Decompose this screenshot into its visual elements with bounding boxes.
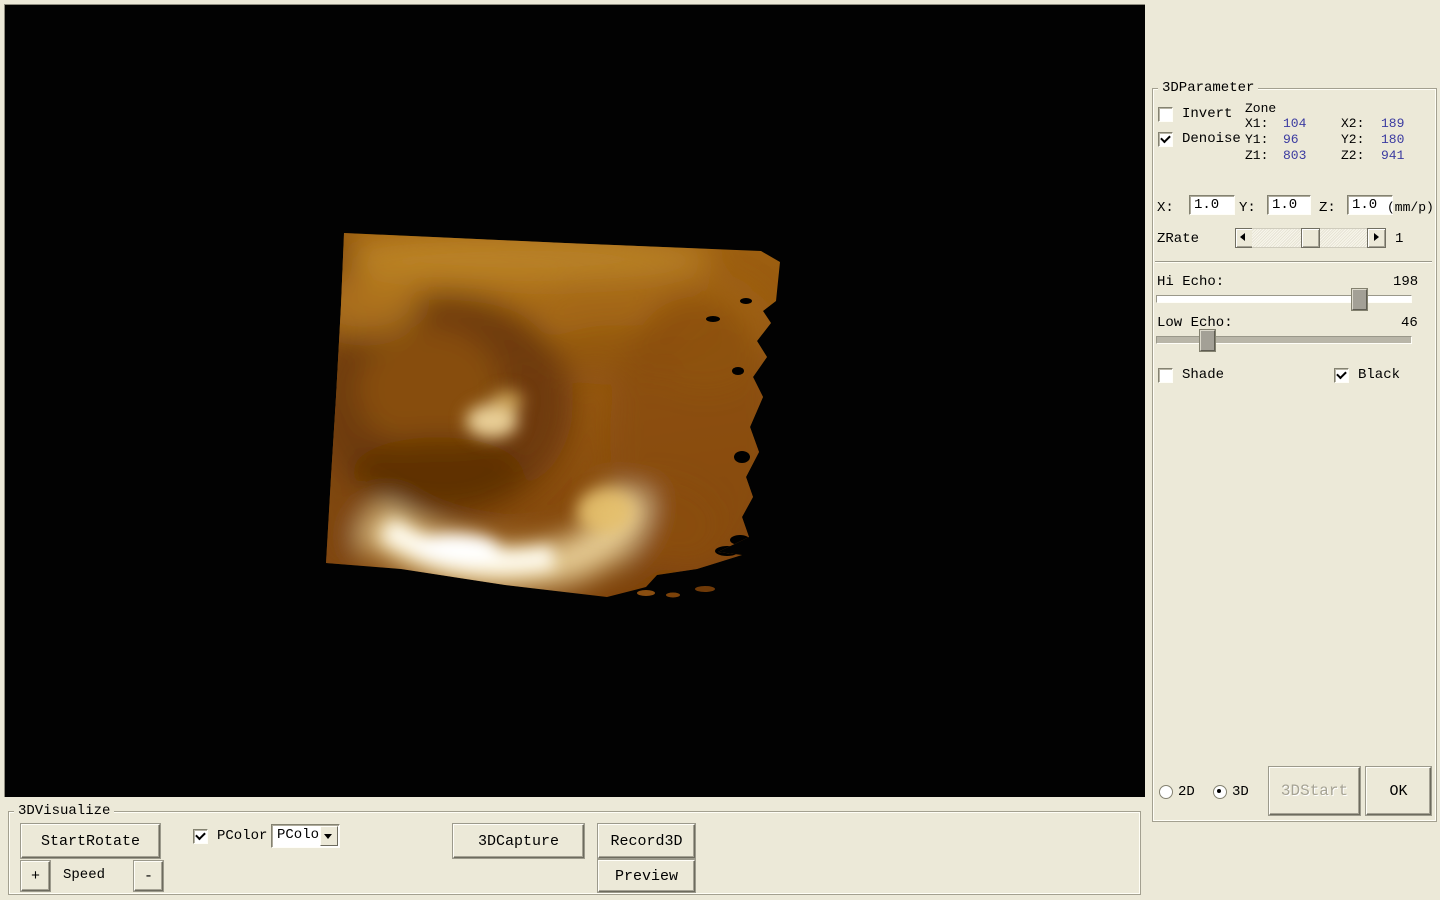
speed-plus-button[interactable]: + bbox=[21, 861, 50, 891]
mode-2d-label: 2D bbox=[1178, 784, 1195, 800]
zrate-scroll-thumb[interactable] bbox=[1301, 228, 1320, 248]
start3d-button[interactable]: 3DStart bbox=[1269, 767, 1360, 815]
zone-y1-label: Y1: bbox=[1245, 132, 1269, 147]
zone-z2-label: Z2: bbox=[1341, 148, 1365, 163]
zone-x1-label: X1: bbox=[1245, 116, 1269, 131]
low-echo-slider-track[interactable] bbox=[1156, 336, 1412, 344]
visualize-group-title: 3DVisualize bbox=[14, 803, 115, 819]
low-echo-slider-thumb[interactable] bbox=[1200, 330, 1215, 351]
zone-label: Zone bbox=[1245, 101, 1277, 116]
x-scale-input[interactable] bbox=[1189, 195, 1235, 215]
pcolor-checkbox[interactable] bbox=[193, 829, 208, 844]
preview-button[interactable]: Preview bbox=[598, 860, 695, 892]
check-icon bbox=[1160, 132, 1171, 144]
check-icon bbox=[195, 829, 206, 841]
parameter-groupbox: 3DParameter Invert Denoise Zone X1: 104 … bbox=[1152, 80, 1437, 822]
hi-echo-value: 198 bbox=[1393, 274, 1419, 290]
render-viewport[interactable] bbox=[4, 4, 1145, 797]
invert-checkbox[interactable] bbox=[1158, 107, 1173, 122]
pcolor-combobox-dropdown-button[interactable] bbox=[320, 826, 338, 846]
denoise-checkbox[interactable] bbox=[1158, 132, 1173, 147]
denoise-label: Denoise bbox=[1182, 131, 1241, 147]
invert-label: Invert bbox=[1182, 106, 1233, 122]
hi-echo-slider-thumb[interactable] bbox=[1352, 289, 1367, 310]
zone-x2-label: X2: bbox=[1341, 116, 1365, 131]
mode-3d-label: 3D bbox=[1232, 784, 1249, 800]
zone-z1-value: 803 bbox=[1283, 148, 1307, 163]
hi-echo-label: Hi Echo: bbox=[1157, 274, 1225, 290]
y-scale-input[interactable] bbox=[1267, 195, 1311, 215]
speed-minus-button[interactable]: - bbox=[134, 861, 163, 891]
zrate-scrollbar bbox=[1235, 228, 1386, 248]
black-checkbox[interactable] bbox=[1334, 368, 1349, 383]
zone-y2-value: 180 bbox=[1381, 132, 1405, 147]
zrate-value: 1 bbox=[1395, 231, 1404, 247]
ultrasound-volume-render bbox=[326, 233, 780, 598]
x-scale-label: X: bbox=[1157, 200, 1174, 216]
mode-2d-radio[interactable] bbox=[1159, 785, 1173, 799]
record3d-button[interactable]: Record3D bbox=[598, 824, 695, 858]
arrow-right-icon bbox=[1374, 233, 1379, 241]
visualize-groupbox: 3DVisualize StartRotate + Speed - PColor… bbox=[8, 803, 1141, 895]
mode-3d-radio[interactable] bbox=[1213, 785, 1227, 799]
low-echo-value: 46 bbox=[1401, 315, 1418, 331]
chevron-down-icon bbox=[324, 834, 332, 839]
ok-button[interactable]: OK bbox=[1366, 767, 1431, 815]
app-window: { "colors": { "window_bg": "#ece9d8", "z… bbox=[0, 0, 1440, 900]
separator-line bbox=[1155, 261, 1432, 263]
shade-checkbox[interactable] bbox=[1158, 368, 1173, 383]
zone-y2-label: Y2: bbox=[1341, 132, 1365, 147]
capture3d-button[interactable]: 3DCapture bbox=[453, 824, 584, 858]
zone-x2-value: 189 bbox=[1381, 116, 1405, 131]
zrate-scroll-right-button[interactable] bbox=[1367, 228, 1386, 248]
zrate-label: ZRate bbox=[1157, 231, 1200, 247]
zone-z1-label: Z1: bbox=[1245, 148, 1269, 163]
zone-z2-value: 941 bbox=[1381, 148, 1405, 163]
zone-x1-value: 104 bbox=[1283, 116, 1307, 131]
black-label: Black bbox=[1358, 367, 1401, 383]
pcolor-label: PColor bbox=[217, 828, 268, 844]
speed-label: Speed bbox=[63, 867, 106, 883]
parameter-group-title: 3DParameter bbox=[1158, 80, 1259, 96]
shade-label: Shade bbox=[1182, 367, 1225, 383]
z-scale-label: Z: bbox=[1319, 200, 1336, 216]
hi-echo-slider-track[interactable] bbox=[1156, 295, 1412, 303]
start-rotate-button[interactable]: StartRotate bbox=[21, 824, 160, 858]
arrow-left-icon bbox=[1240, 233, 1245, 241]
zone-y1-value: 96 bbox=[1283, 132, 1299, 147]
check-icon bbox=[1336, 368, 1347, 380]
y-scale-label: Y: bbox=[1239, 200, 1256, 216]
scale-unit-label: (mm/p) bbox=[1387, 200, 1434, 215]
low-echo-label: Low Echo: bbox=[1157, 315, 1233, 331]
pcolor-combobox[interactable]: PColor bbox=[271, 824, 340, 848]
